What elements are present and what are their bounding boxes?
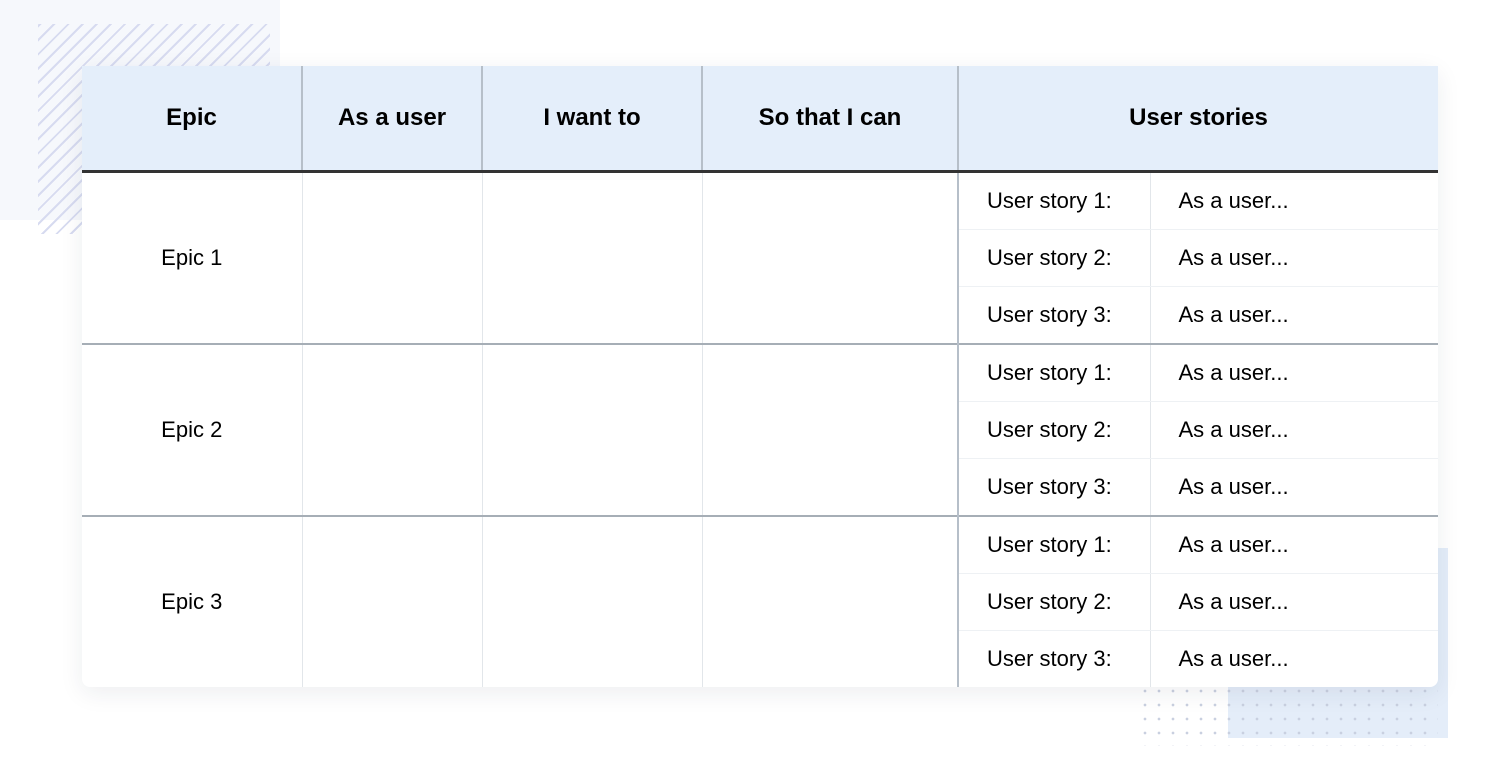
cell-user-story-text: As a user... — [1150, 516, 1438, 574]
cell-i-want-to — [482, 516, 702, 687]
col-header-i-want-to: I want to — [482, 66, 702, 172]
table-row: Epic 3 User story 1: As a user... — [82, 516, 1438, 574]
cell-user-story-label: User story 2: — [958, 230, 1150, 287]
cell-epic: Epic 1 — [82, 172, 302, 345]
col-header-as-a-user: As a user — [302, 66, 482, 172]
col-header-epic: Epic — [82, 66, 302, 172]
cell-user-story-text: As a user... — [1150, 172, 1438, 230]
cell-i-want-to — [482, 344, 702, 516]
epic-user-story-table: Epic As a user I want to So that I can U… — [82, 66, 1438, 687]
cell-user-story-text: As a user... — [1150, 344, 1438, 402]
cell-user-story-label: User story 2: — [958, 402, 1150, 459]
cell-so-that — [702, 172, 958, 345]
table-body: Epic 1 User story 1: As a user... User s… — [82, 172, 1438, 688]
cell-user-story-text: As a user... — [1150, 631, 1438, 688]
cell-user-story-text: As a user... — [1150, 402, 1438, 459]
cell-user-story-text: As a user... — [1150, 459, 1438, 517]
cell-user-story-text: As a user... — [1150, 287, 1438, 345]
cell-i-want-to — [482, 172, 702, 345]
cell-user-story-text: As a user... — [1150, 574, 1438, 631]
cell-so-that — [702, 344, 958, 516]
cell-user-story-label: User story 1: — [958, 516, 1150, 574]
cell-user-story-label: User story 3: — [958, 631, 1150, 688]
cell-user-story-label: User story 2: — [958, 574, 1150, 631]
cell-epic: Epic 3 — [82, 516, 302, 687]
cell-user-story-text: As a user... — [1150, 230, 1438, 287]
cell-as-a-user — [302, 516, 482, 687]
table-header-row: Epic As a user I want to So that I can U… — [82, 66, 1438, 172]
table-row: Epic 1 User story 1: As a user... — [82, 172, 1438, 230]
cell-so-that — [702, 516, 958, 687]
cell-epic: Epic 2 — [82, 344, 302, 516]
epic-user-story-table-card: Epic As a user I want to So that I can U… — [82, 66, 1438, 687]
cell-user-story-label: User story 3: — [958, 459, 1150, 517]
col-header-user-stories: User stories — [958, 66, 1438, 172]
cell-user-story-label: User story 3: — [958, 287, 1150, 345]
table-row: Epic 2 User story 1: As a user... — [82, 344, 1438, 402]
cell-user-story-label: User story 1: — [958, 172, 1150, 230]
cell-as-a-user — [302, 172, 482, 345]
cell-user-story-label: User story 1: — [958, 344, 1150, 402]
col-header-so-that: So that I can — [702, 66, 958, 172]
cell-as-a-user — [302, 344, 482, 516]
